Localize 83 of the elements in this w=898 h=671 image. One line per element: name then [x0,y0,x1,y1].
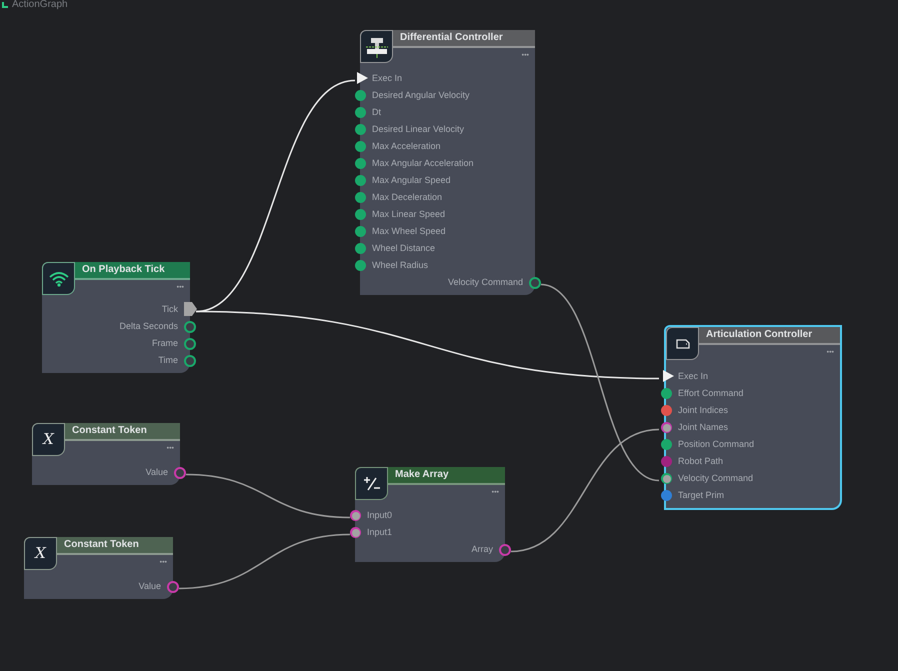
node-header[interactable]: Differential Controller [392,30,535,48]
input-pin[interactable] [355,107,366,118]
input-pin[interactable] [355,175,366,186]
input-pin[interactable] [661,456,672,467]
node-title: Articulation Controller [706,330,812,340]
input-pin[interactable] [355,90,366,101]
input-pin[interactable] [355,158,366,169]
input-pin[interactable] [661,405,672,416]
node-title: Constant Token [72,426,147,436]
input-pin[interactable] [661,473,672,484]
port-label: Wheel Radius [372,261,428,270]
port-label: Desired Angular Velocity [372,91,470,100]
node-header[interactable]: On Playback Tick [74,262,190,280]
graph-icon [2,2,8,8]
exec-input-triangle-icon[interactable] [663,370,674,382]
input-pin[interactable] [661,439,672,450]
node-icon-letter: X [35,546,46,561]
input-pin[interactable] [355,260,366,271]
output-pin[interactable] [184,321,196,333]
port-label: Max Wheel Speed [372,227,446,236]
input-pin[interactable] [355,192,366,203]
wifi-icon [48,270,68,286]
output-pin[interactable] [184,355,196,367]
node-title: Make Array [395,470,449,480]
node-title: Constant Token [64,540,139,550]
output-pin[interactable] [167,581,179,593]
port-label: Max Angular Acceleration [372,159,474,168]
graph-title: ActionGraph [12,0,68,10]
output-pin[interactable] [184,338,196,350]
plus-minus-icon [362,474,380,492]
port-label: Max Acceleration [372,142,441,151]
input-pin[interactable] [661,388,672,399]
node-title: On Playback Tick [82,265,165,275]
node-icon-letter: X [43,432,54,447]
input-pin[interactable] [355,209,366,220]
input-pin[interactable] [661,422,672,433]
connection-wire[interactable] [510,428,660,552]
port-label: Input1 [367,528,392,537]
port-label: Array [471,545,493,554]
node-header[interactable]: Constant Token [56,537,173,555]
port-label: Max Angular Speed [372,176,451,185]
port-label: Delta Seconds [119,322,178,331]
port-label: Wheel Distance [372,244,436,253]
port-label: Exec In [372,74,402,83]
output-pin[interactable] [529,277,541,289]
input-pin[interactable] [355,124,366,135]
input-pin[interactable] [661,490,672,501]
port-label: Time [158,356,178,365]
input-pin[interactable] [355,226,366,237]
port-label: Value [138,582,161,591]
node-header[interactable]: Constant Token [64,423,180,441]
port-label: Joint Indices [678,406,728,415]
port-label: Position Command [678,440,754,449]
input-pin[interactable] [350,527,361,538]
connection-wire[interactable] [186,474,350,518]
exec-input-triangle-icon[interactable] [357,72,368,84]
input-pin[interactable] [350,510,361,521]
output-pin[interactable] [499,544,511,556]
port-label: Velocity Command [678,474,754,483]
output-pin[interactable] [174,467,186,479]
input-pin[interactable] [355,243,366,254]
node-title: Differential Controller [400,33,503,43]
port-label: Effort Command [678,389,744,398]
node-header[interactable]: Make Array [387,467,505,485]
connection-wire[interactable] [540,284,660,482]
port-label: Input0 [367,511,392,520]
port-label: Tick [162,305,178,314]
port-label: Robot Path [678,457,724,466]
exec-output-pin-icon[interactable] [184,302,197,316]
node-header[interactable]: Articulation Controller [698,327,840,345]
port-label: Joint Names [678,423,728,432]
port-label: Value [146,468,168,477]
port-label: Max Deceleration [372,193,442,202]
port-label: Frame [152,339,178,348]
connection-wire[interactable] [178,534,350,590]
port-label: Target Prim [678,491,724,500]
port-label: Max Linear Speed [372,210,446,219]
port-label: Dt [372,108,381,117]
graph-canvas[interactable] [0,0,898,671]
port-label: Exec In [678,372,708,381]
input-pin[interactable] [355,141,366,152]
port-label: Velocity Command [448,278,523,287]
port-label: Desired Linear Velocity [372,125,464,134]
